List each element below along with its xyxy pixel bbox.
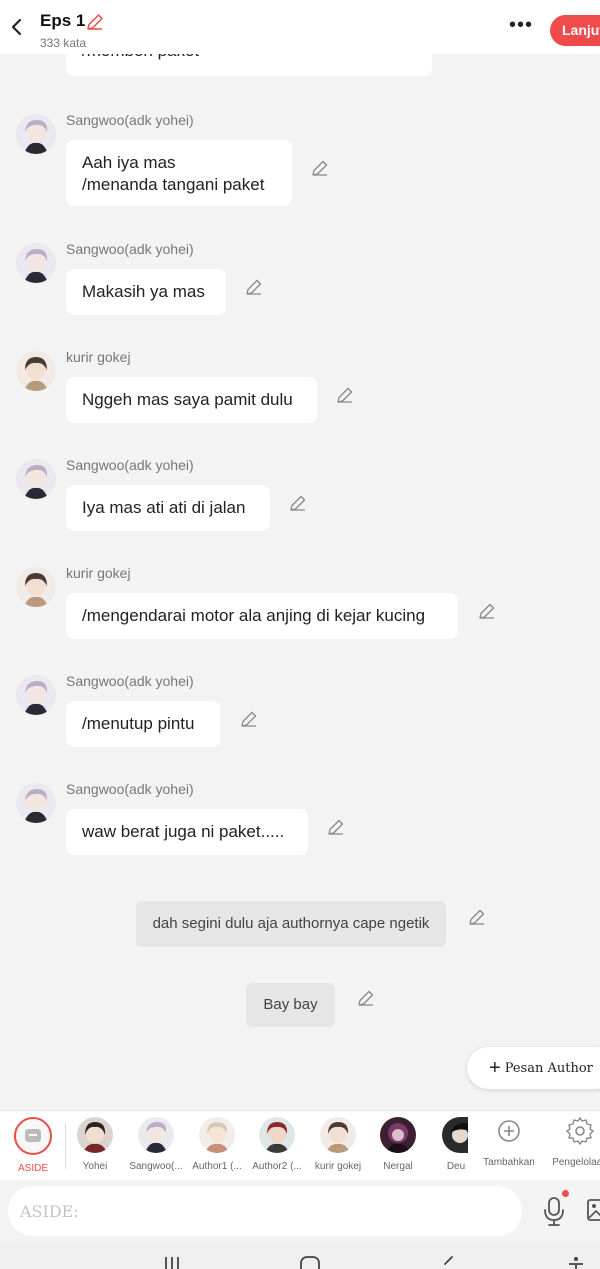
author-message-label: Pesan Author: [504, 1061, 593, 1076]
character-label: Yohei: [82, 1161, 108, 1172]
narration-bubble[interactable]: dah segini dulu aja authornya cape ngeti…: [136, 901, 446, 947]
character-label: Author1 (...: [192, 1161, 242, 1172]
back-nav-icon[interactable]: [438, 1256, 458, 1269]
author-name: Sangwoo(adk yohei): [66, 241, 194, 257]
edit-message-icon[interactable]: [327, 818, 345, 836]
avatar-sangwoo[interactable]: [16, 675, 56, 715]
character-selector: ASIDE Yohei Sangwoo(... Author1 (... Aut…: [0, 1110, 600, 1180]
character-aside[interactable]: ASIDE: [3, 1117, 63, 1174]
character-label: Sangwoo(...: [129, 1161, 183, 1172]
message-bubble[interactable]: Makasih ya mas: [66, 269, 226, 315]
character-label: Pengelolaan: [552, 1157, 600, 1168]
author-name: Sangwoo(adk yohei): [66, 781, 194, 797]
message-bubble[interactable]: Nggeh mas saya pamit dulu: [66, 377, 317, 423]
character-label: Author2 (...: [252, 1161, 302, 1172]
gear-icon: [566, 1117, 594, 1145]
message-icon: [14, 1117, 52, 1155]
add-character-button[interactable]: Tambahkan: [479, 1117, 539, 1168]
message-bubble[interactable]: Iya mas ati ati di jalan: [66, 485, 270, 531]
author-name: kurir gokej: [66, 349, 131, 365]
author-name: Sangwoo(adk yohei): [66, 457, 194, 473]
chat-area: /memberi paket Sangwoo(adk yohei) Aah iy…: [0, 0, 600, 1110]
top-bar: Eps 1 333 kata ••• Lanjut: [0, 0, 600, 54]
edit-message-icon[interactable]: [468, 908, 486, 926]
message-bubble[interactable]: /mengendarai motor ala anjing di kejar k…: [66, 593, 458, 639]
manage-characters-button[interactable]: Pengelolaan: [550, 1117, 600, 1168]
message-bubble[interactable]: waw berat juga ni paket.....: [66, 809, 308, 855]
character-label: Nergal: [383, 1161, 413, 1172]
word-count: 333 kata: [40, 36, 87, 50]
character-deu[interactable]: Deu: [426, 1117, 486, 1172]
edit-message-icon[interactable]: [245, 278, 263, 296]
avatar-kurir-gokej[interactable]: [16, 567, 56, 607]
add-circle-icon: [498, 1120, 520, 1142]
character-avatar: [380, 1117, 416, 1153]
character-avatar: [259, 1117, 295, 1153]
narration-bubble[interactable]: Bay bay: [246, 983, 335, 1027]
image-icon[interactable]: [586, 1196, 600, 1224]
recording-indicator: [562, 1190, 569, 1197]
character-avatar: [442, 1117, 468, 1153]
character-avatar: [320, 1117, 356, 1153]
character-yohei[interactable]: Yohei: [65, 1117, 125, 1172]
author-name: Sangwoo(adk yohei): [66, 112, 194, 128]
avatar-kurir-gokej[interactable]: [16, 351, 56, 391]
character-avatar: [199, 1117, 235, 1153]
character-author2[interactable]: Author2 (...: [247, 1117, 307, 1172]
home-icon[interactable]: [299, 1256, 321, 1269]
character-avatar: [77, 1117, 113, 1153]
character-nergal[interactable]: Nergal: [368, 1117, 428, 1172]
character-avatar: [138, 1117, 174, 1153]
edit-message-icon[interactable]: [240, 710, 258, 728]
character-kurir-gokej[interactable]: kurir gokej: [308, 1117, 368, 1172]
plus-icon: +: [489, 1057, 501, 1079]
edit-message-icon[interactable]: [357, 989, 375, 1007]
message-bubble[interactable]: /menutup pintu: [66, 701, 220, 747]
character-label: kurir gokej: [314, 1161, 362, 1172]
composer: [0, 1180, 600, 1242]
episode-title: Eps 1: [40, 11, 86, 30]
edit-message-icon[interactable]: [336, 386, 354, 404]
recent-apps-icon[interactable]: [162, 1256, 182, 1269]
accessibility-icon[interactable]: [566, 1256, 586, 1269]
system-navigation-bar: [0, 1242, 600, 1269]
edit-message-icon[interactable]: [311, 159, 329, 177]
avatar-sangwoo[interactable]: [16, 114, 56, 154]
more-options-icon[interactable]: •••: [509, 15, 533, 35]
avatar-sangwoo[interactable]: [16, 459, 56, 499]
author-name: Sangwoo(adk yohei): [66, 673, 194, 689]
avatar-sangwoo[interactable]: [16, 243, 56, 283]
character-author1[interactable]: Author1 (...: [187, 1117, 247, 1172]
microphone-icon[interactable]: [541, 1195, 567, 1227]
continue-button[interactable]: Lanjut: [550, 15, 600, 46]
character-label: ASIDE: [17, 1163, 48, 1174]
character-label: Deu: [446, 1161, 466, 1172]
author-name: kurir gokej: [66, 565, 131, 581]
character-sangwoo[interactable]: Sangwoo(...: [126, 1117, 186, 1172]
message-input[interactable]: [8, 1186, 522, 1236]
edit-message-icon[interactable]: [478, 602, 496, 620]
back-arrow-icon[interactable]: [6, 14, 28, 40]
edit-title-icon[interactable]: [85, 12, 105, 32]
message-bubble[interactable]: Aah iya mas /menanda tangani paket: [66, 140, 292, 206]
character-label: Tambahkan: [483, 1157, 535, 1168]
avatar-sangwoo[interactable]: [16, 783, 56, 823]
author-message-button[interactable]: + Pesan Author: [467, 1047, 600, 1089]
edit-message-icon[interactable]: [289, 494, 307, 512]
